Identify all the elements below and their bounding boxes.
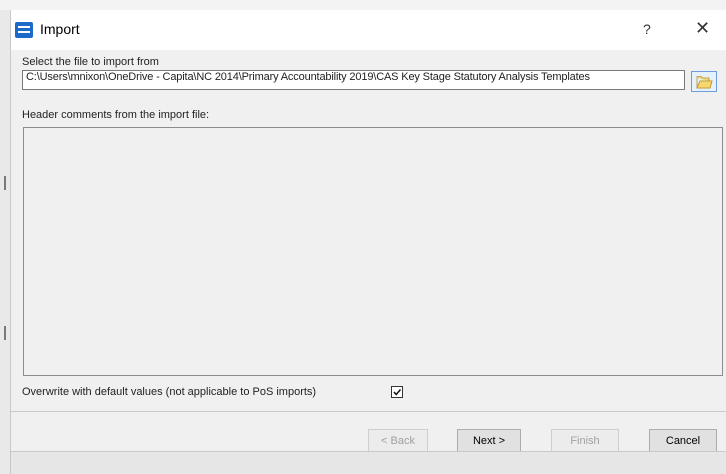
import-dialog: Import ? ✕ Select the file to import fro… (10, 10, 726, 474)
title-bar: Import ? ✕ (11, 10, 726, 50)
status-strip (11, 452, 726, 474)
app-logo-icon (15, 22, 33, 38)
back-button[interactable]: < Back (368, 429, 428, 453)
separator (11, 411, 726, 412)
checkmark-icon (393, 389, 402, 396)
overwrite-label: Overwrite with default values (not appli… (22, 386, 317, 398)
folder-open-icon (696, 76, 713, 89)
edge-mark (4, 176, 6, 190)
finish-button[interactable]: Finish (551, 429, 619, 453)
help-button[interactable]: ? (643, 21, 651, 37)
background-window-edge (0, 10, 10, 474)
header-comments-label: Header comments from the import file: (22, 109, 210, 121)
window-title: Import (40, 21, 80, 37)
edge-mark (4, 326, 6, 340)
background-window-strip (0, 0, 726, 10)
header-comments-textbox[interactable] (23, 127, 723, 376)
browse-button[interactable] (691, 71, 717, 92)
next-button[interactable]: Next > (457, 429, 521, 453)
file-path-field[interactable]: C:\Users\mnixon\OneDrive - Capita\NC 201… (22, 70, 685, 90)
cancel-button[interactable]: Cancel (649, 429, 717, 453)
close-button[interactable]: ✕ (695, 18, 710, 39)
overwrite-checkbox[interactable] (391, 386, 403, 398)
file-select-label: Select the file to import from (22, 56, 159, 68)
